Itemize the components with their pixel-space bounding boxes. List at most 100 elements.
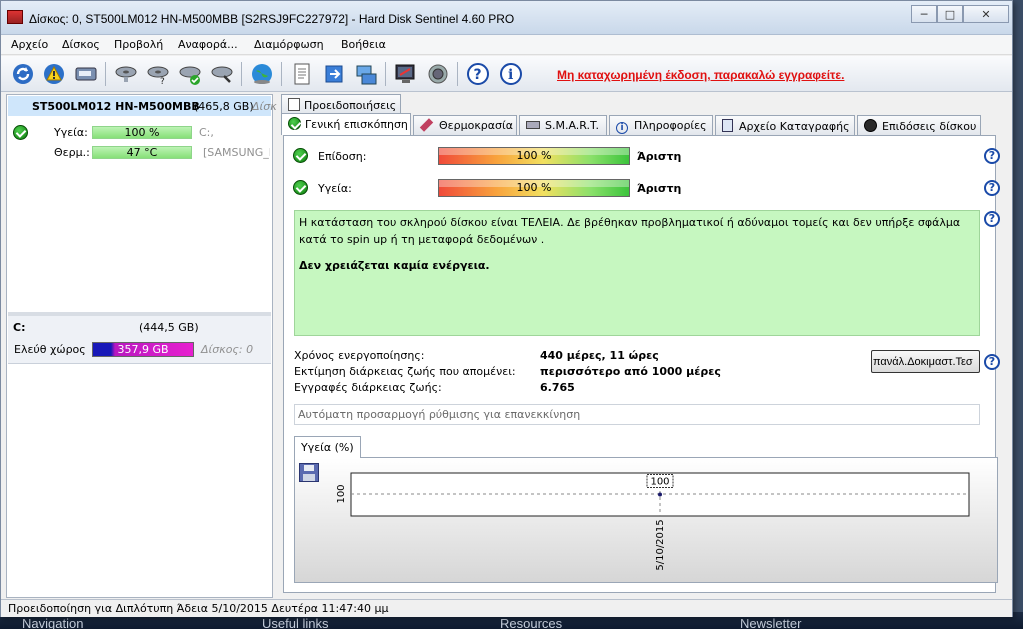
tab-temperature[interactable]: Θερμοκρασία	[413, 115, 517, 135]
sound-icon[interactable]	[424, 60, 451, 87]
disk-surface-icon[interactable]: ?	[144, 60, 171, 87]
report-icon[interactable]	[288, 60, 315, 87]
svg-text:i: i	[508, 67, 513, 83]
tab-log-label: Αρχείο Καταγραφής	[739, 120, 850, 133]
disk-tools-icon[interactable]	[208, 60, 235, 87]
power-on-label: Χρόνος ενεργοποίησης:	[294, 349, 425, 362]
menu-help[interactable]: Βοήθεια	[341, 38, 386, 51]
network-icon[interactable]	[352, 60, 379, 87]
maximize-button[interactable]: □	[937, 5, 963, 23]
menu-disk[interactable]: Δίσκος	[62, 38, 100, 51]
disk-health-bar: 100 %	[92, 126, 192, 139]
toolbar: ? ? i Μη καταχωρημένη έκδοση, παρακαλώ ε…	[1, 56, 1012, 92]
bg-resources-text: Resources	[500, 616, 563, 629]
health-rating: Άριστη	[637, 182, 682, 195]
y-tick-label: 100	[336, 484, 347, 503]
performance-help-icon[interactable]: ?	[984, 148, 1000, 164]
status-bar: Προειδοποίηση για Διπλότυπη Άδεια 5/10/2…	[1, 599, 1012, 617]
globe-icon[interactable]	[248, 60, 275, 87]
volume-letter: C:	[13, 321, 26, 334]
test-button[interactable]: πανάλ.Δοκιμαστ.Τεσ	[871, 350, 980, 373]
drive-letter: C:,	[199, 126, 214, 139]
bg-links-text: Useful links	[262, 616, 329, 629]
disk-header[interactable]: ST500LM012 HN-M500MBB (465,8 GB) Δίσκ	[8, 96, 277, 116]
disk-panel[interactable]: ST500LM012 HN-M500MBB (465,8 GB) Δίσκ Υγ…	[8, 96, 277, 309]
disk-name: ST500LM012 HN-M500MBB	[32, 100, 200, 113]
log-icon	[722, 119, 733, 132]
menu-report[interactable]: Αναφορά...	[178, 38, 238, 51]
health-value: 100 %	[516, 181, 552, 194]
lifetime-writes-value: 6.765	[540, 381, 575, 394]
send-report-icon[interactable]	[320, 60, 347, 87]
tab-health-chart[interactable]: Υγεία (%)	[294, 436, 361, 458]
tab-performance-label: Επιδόσεις δίσκου	[882, 120, 977, 133]
monitor-icon[interactable]	[392, 60, 419, 87]
gauge-icon	[864, 119, 877, 132]
disk-index: Δίσκ	[252, 100, 277, 113]
power-on-value: 440 μέρες, 11 ώρες	[540, 349, 659, 362]
tab-temperature-label: Θερμοκρασία	[439, 119, 513, 132]
svg-text:?: ?	[473, 67, 481, 83]
menu-bar: Αρχείο Δίσκος Προβολή Αναφορά... Διαμόρφ…	[1, 35, 1012, 55]
tab-overview[interactable]: Γενική επισκόπηση	[281, 113, 411, 135]
free-space-label: Ελεύθ χώρος	[14, 343, 86, 356]
tab-warnings[interactable]: Προειδοποιήσεις	[281, 94, 401, 114]
app-window: Δίσκος: 0, ST500LM012 HN-M500MBB [S2RSJ9…	[0, 0, 1013, 617]
health-bar: 100 %	[438, 179, 630, 197]
performance-bar: 100 %	[438, 147, 630, 165]
status-description-box: Η κατάσταση του σκληρού δίσκου είναι ΤΕΛ…	[294, 210, 980, 336]
health-label: Υγεία:	[318, 182, 352, 195]
disk-check-icon[interactable]	[176, 60, 203, 87]
tab-information[interactable]: i Πληροφορίες	[609, 115, 713, 135]
disk-temp-bar: 47 °C	[92, 146, 192, 159]
health-ok-icon	[293, 180, 308, 195]
auto-adjust-field[interactable]: Αυτόματη προσαρμογή ρύθμισης για επανεκκ…	[294, 404, 980, 425]
disk-info-icon[interactable]	[72, 60, 99, 87]
volume-panel[interactable]: C: (444,5 GB) Ελεύθ χώρος 357,9 GB Δίσκο…	[8, 316, 271, 364]
document-icon	[288, 98, 300, 111]
disk-test-icon[interactable]	[112, 60, 139, 87]
help-icon[interactable]: ?	[464, 60, 491, 87]
ok-check-icon	[13, 125, 28, 140]
refresh-icon[interactable]	[9, 60, 36, 87]
tab-performance[interactable]: Επιδόσεις δίσκου	[857, 115, 981, 135]
tab-warnings-label: Προειδοποιήσεις	[304, 99, 397, 112]
action-text: Δεν χρειάζεται καμία ενέργεια.	[299, 259, 490, 272]
menu-configuration[interactable]: Διαμόρφωση	[254, 38, 324, 51]
title-bar: Δίσκος: 0, ST500LM012 HN-M500MBB [S2RSJ9…	[1, 1, 1012, 35]
tab-information-label: Πληροφορίες	[634, 119, 707, 132]
overview-tab-check-icon	[288, 117, 301, 130]
disk-list-pane: ST500LM012 HN-M500MBB (465,8 GB) Δίσκ Υγ…	[6, 94, 277, 598]
lifetime-value: περισσότερο από 1000 μέρες	[540, 365, 721, 378]
performance-label: Επίδοση:	[318, 150, 367, 163]
performance-value: 100 %	[516, 149, 552, 162]
close-button[interactable]: ✕	[963, 5, 1009, 23]
disk-health-label: Υγεία:	[54, 126, 88, 139]
status-help-icon[interactable]: ?	[984, 211, 1000, 227]
health-chart-tab-label: Υγεία (%)	[301, 441, 354, 454]
performance-rating: Άριστη	[637, 150, 682, 163]
register-link[interactable]: Μη καταχωρημένη έκδοση, παρακαλώ εγγραφε…	[557, 68, 844, 82]
app-icon	[7, 10, 23, 24]
health-chart-area: 100 5/10/2015 100	[294, 457, 998, 583]
info-small-icon: i	[616, 122, 628, 134]
tab-overview-label: Γενική επισκόπηση	[305, 118, 408, 131]
tab-smart[interactable]: S.M.A.R.T.	[519, 115, 607, 135]
health-data-label: 100	[650, 477, 669, 488]
health-chart: 100 5/10/2015 100	[336, 472, 970, 571]
lifetime-label: Εκτίμηση διάρκειας ζωής που απομένει:	[294, 365, 516, 378]
test-help-icon[interactable]: ?	[984, 354, 1000, 370]
performance-ok-icon	[293, 148, 308, 163]
minimize-button[interactable]: ─	[911, 5, 937, 23]
warning-icon[interactable]	[40, 60, 67, 87]
info-icon[interactable]: i	[497, 60, 524, 87]
window-title: Δίσκος: 0, ST500LM012 HN-M500MBB [S2RSJ9…	[29, 12, 515, 26]
free-space-bar: 357,9 GB	[92, 342, 194, 357]
tab-smart-label: S.M.A.R.T.	[545, 119, 599, 132]
volume-size: (444,5 GB)	[139, 321, 199, 334]
menu-file[interactable]: Αρχείο	[11, 38, 48, 51]
menu-view[interactable]: Προβολή	[114, 38, 163, 51]
health-help-icon[interactable]: ?	[984, 180, 1000, 196]
tab-log[interactable]: Αρχείο Καταγραφής	[715, 115, 855, 135]
details-pane: Προειδοποιήσεις Γενική επισκόπηση Θερμοκ…	[277, 94, 1002, 598]
